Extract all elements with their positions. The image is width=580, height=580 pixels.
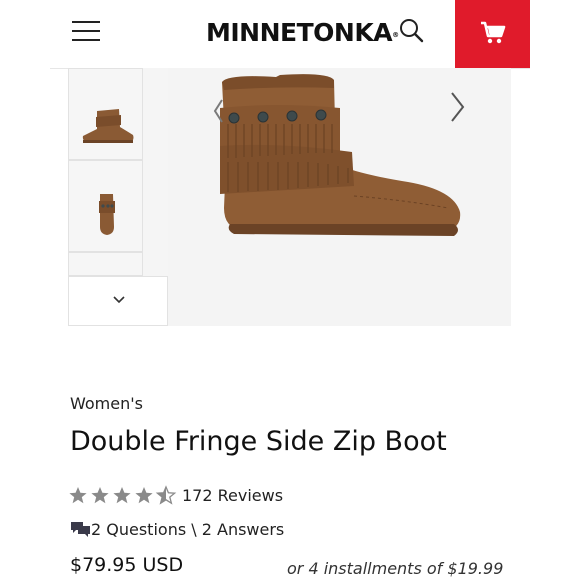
shopping-cart-icon	[481, 21, 506, 44]
installments-text[interactable]: or 4 installments of $19.99	[287, 559, 503, 578]
star-rating[interactable]	[69, 485, 177, 505]
thumbnail-side-view[interactable]	[68, 68, 143, 160]
star-icon	[135, 487, 153, 504]
star-icon	[113, 487, 131, 504]
product-category: Women's	[70, 394, 143, 413]
thumbnail-scroll-down-button[interactable]	[68, 276, 168, 326]
chevron-down-icon	[113, 296, 125, 304]
star-icon	[69, 487, 87, 504]
site-header: MINNETONKA®	[50, 0, 530, 69]
chevron-right-icon[interactable]	[449, 90, 465, 124]
hamburger-menu-icon[interactable]	[72, 19, 100, 43]
questions-answers-link[interactable]: 2 Questions \ 2 Answers	[91, 520, 284, 539]
cart-button[interactable]	[455, 0, 530, 68]
reviews-link[interactable]: 172 Reviews	[182, 486, 283, 505]
product-gallery	[68, 68, 511, 326]
thumbnail-partial[interactable]	[68, 252, 143, 276]
product-price: $79.95 USD	[70, 554, 184, 576]
search-icon[interactable]	[398, 17, 426, 45]
thumbnail-back-view[interactable]	[68, 160, 143, 252]
brand-logo[interactable]: MINNETONKA®	[206, 18, 399, 48]
chat-bubbles-icon	[70, 520, 91, 542]
star-icon	[91, 487, 109, 504]
chevron-left-icon[interactable]	[212, 96, 224, 126]
star-half-icon	[156, 486, 176, 504]
product-title: Double Fringe Side Zip Boot	[70, 426, 447, 457]
